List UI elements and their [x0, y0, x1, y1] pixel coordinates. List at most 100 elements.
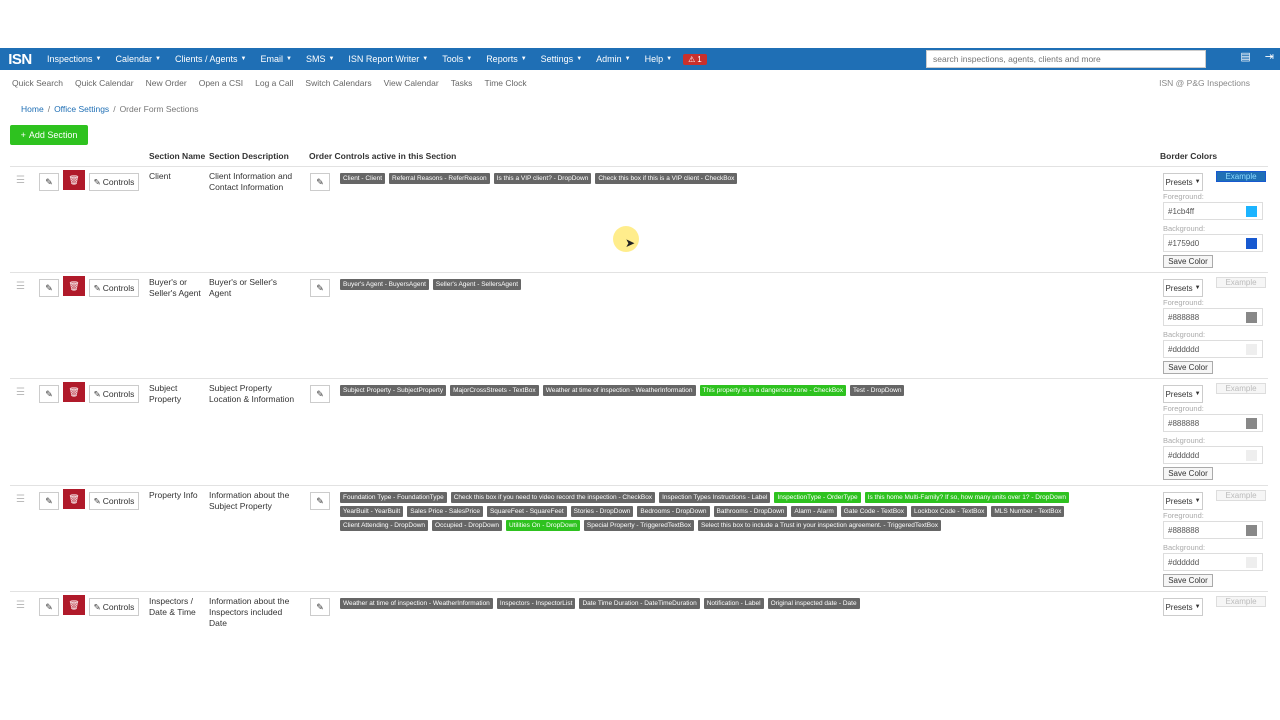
foreground-swatch[interactable]: [1246, 418, 1257, 429]
save-color-button[interactable]: Save Color: [1163, 361, 1213, 374]
controls-button[interactable]: ✎ Controls: [89, 385, 139, 403]
drag-handle-icon[interactable]: ☰: [16, 175, 25, 186]
delete-section-button[interactable]: 🗑: [63, 170, 85, 190]
drag-handle-icon[interactable]: ☰: [16, 600, 25, 611]
delete-section-button[interactable]: 🗑: [63, 276, 85, 296]
nav-email[interactable]: Email ▼: [253, 54, 298, 64]
presets-dropdown[interactable]: Presets ▼: [1163, 492, 1203, 510]
caret-down-icon: ▼: [520, 56, 527, 62]
background-swatch[interactable]: [1246, 344, 1257, 355]
nav-help[interactable]: Help ▼: [638, 54, 679, 64]
edit-section-button[interactable]: ✎: [39, 173, 59, 191]
presets-dropdown[interactable]: Presets ▼: [1163, 598, 1203, 616]
delete-section-button[interactable]: 🗑: [63, 382, 85, 402]
order-control-tag: Inspection Types Instructions - Label: [659, 492, 771, 503]
save-color-button[interactable]: Save Color: [1163, 467, 1213, 480]
background-swatch[interactable]: [1246, 450, 1257, 461]
order-control-tag: Weather at time of inspection - WeatherI…: [340, 598, 493, 609]
nav-report-writer[interactable]: ISN Report Writer ▼: [341, 54, 435, 64]
trash-icon: 🗑: [68, 599, 80, 610]
section-name: Inspectors / Date & Time: [149, 596, 196, 617]
save-color-button[interactable]: Save Color: [1163, 574, 1213, 587]
isn-logo[interactable]: ISN: [0, 48, 40, 70]
controls-button[interactable]: ✎ Controls: [89, 279, 139, 297]
presets-dropdown[interactable]: Presets ▼: [1163, 279, 1203, 297]
nav-sms[interactable]: SMS ▼: [299, 54, 341, 64]
background-swatch[interactable]: [1246, 238, 1257, 249]
nav-calendar[interactable]: Calendar ▼: [108, 54, 167, 64]
order-control-tag: This property is in a dangerous zone - C…: [699, 385, 847, 396]
subnav-open-csi[interactable]: Open a CSI: [193, 78, 249, 88]
subnav-quick-search[interactable]: Quick Search: [6, 78, 69, 88]
subnav-switch-calendars[interactable]: Switch Calendars: [299, 78, 377, 88]
drag-handle-icon[interactable]: ☰: [16, 387, 25, 398]
trash-icon: 🗑: [68, 386, 80, 397]
foreground-swatch[interactable]: [1246, 206, 1257, 217]
order-control-tag: Special Property - TriggeredTextBox: [583, 520, 694, 531]
foreground-label: Foreground:: [1163, 404, 1204, 413]
controls-button[interactable]: ✎ Controls: [89, 173, 139, 191]
nav-tools[interactable]: Tools ▼: [435, 54, 479, 64]
edit-controls-button[interactable]: ✎: [310, 173, 330, 191]
plus-icon: +: [20, 130, 26, 140]
edit-controls-button[interactable]: ✎: [310, 385, 330, 403]
presets-dropdown[interactable]: Presets ▼: [1163, 385, 1203, 403]
presets-dropdown[interactable]: Presets ▼: [1163, 173, 1203, 191]
nav-admin[interactable]: Admin ▼: [589, 54, 637, 64]
add-section-button[interactable]: + Add Section: [10, 125, 88, 145]
breadcrumb-home[interactable]: Home: [21, 104, 44, 114]
section-row: ☰ ✎ 🗑 ✎ Controls Property Info Information abo…: [10, 485, 1268, 591]
breadcrumb-office-settings[interactable]: Office Settings: [54, 104, 109, 114]
section-row: ☰ ✎ 🗑 ✎ Controls Inspectors / Date & Time Info…: [10, 591, 1268, 628]
edit-controls-button[interactable]: ✎: [310, 492, 330, 510]
order-controls-list: Foundation Type - FoundationType Check th…: [340, 492, 1130, 531]
delete-section-button[interactable]: 🗑: [63, 595, 85, 615]
subnav-time-clock[interactable]: Time Clock: [478, 78, 532, 88]
foreground-swatch[interactable]: [1246, 525, 1257, 536]
save-color-button[interactable]: Save Color: [1163, 255, 1213, 268]
edit-controls-button[interactable]: ✎: [310, 598, 330, 616]
controls-button[interactable]: ✎ Controls: [89, 598, 139, 616]
pencil-icon: ✎: [93, 601, 101, 612]
edit-section-button[interactable]: ✎: [39, 279, 59, 297]
alert-badge[interactable]: ⚠ 1: [683, 53, 707, 65]
header-order-controls: Order Controls active in this Section: [309, 151, 457, 161]
caret-down-icon: ▼: [576, 56, 583, 62]
warning-icon: ⚠: [688, 54, 696, 64]
order-control-tag: Buyer's Agent - BuyersAgent: [340, 279, 429, 290]
order-control-tag: Client Attending - DropDown: [340, 520, 429, 531]
subnav-new-order[interactable]: New Order: [140, 78, 193, 88]
section-name: Subject Property: [149, 383, 182, 404]
subnav-log-call[interactable]: Log a Call: [249, 78, 299, 88]
drag-handle-icon[interactable]: ☰: [16, 494, 25, 505]
chat-icon[interactable]: ▤: [1240, 50, 1250, 63]
background-swatch[interactable]: [1246, 557, 1257, 568]
caret-down-icon: ▼: [285, 56, 292, 62]
nav-clients-agents[interactable]: Clients / Agents ▼: [168, 54, 254, 64]
order-control-tag: Lockbox Code - TextBox: [911, 506, 988, 517]
edit-controls-button[interactable]: ✎: [310, 279, 330, 297]
nav-reports[interactable]: Reports ▼: [479, 54, 533, 64]
pencil-icon: ✎: [45, 388, 53, 399]
section-name: Buyer's or Seller's Agent: [149, 277, 201, 298]
order-control-tag: Bathrooms - DropDown: [713, 506, 788, 517]
edit-section-button[interactable]: ✎: [39, 492, 59, 510]
global-search-input[interactable]: [926, 50, 1206, 68]
subnav-tasks[interactable]: Tasks: [445, 78, 479, 88]
example-preview: Example: [1216, 383, 1266, 394]
logout-icon[interactable]: ⇥: [1265, 50, 1274, 63]
delete-section-button[interactable]: 🗑: [63, 489, 85, 509]
nav-settings[interactable]: Settings ▼: [534, 54, 589, 64]
foreground-swatch[interactable]: [1246, 312, 1257, 323]
nav-inspections[interactable]: Inspections ▼: [40, 54, 108, 64]
pencil-icon: ✎: [93, 388, 101, 399]
controls-button[interactable]: ✎ Controls: [89, 492, 139, 510]
subnav-view-calendar[interactable]: View Calendar: [378, 78, 445, 88]
edit-section-button[interactable]: ✎: [39, 385, 59, 403]
caret-down-icon: ▼: [1194, 285, 1201, 291]
breadcrumb-current: Order Form Sections: [119, 104, 199, 114]
edit-section-button[interactable]: ✎: [39, 598, 59, 616]
subnav-quick-calendar[interactable]: Quick Calendar: [69, 78, 140, 88]
order-control-tag: Is this a VIP client? - DropDown: [493, 173, 592, 184]
drag-handle-icon[interactable]: ☰: [16, 281, 25, 292]
